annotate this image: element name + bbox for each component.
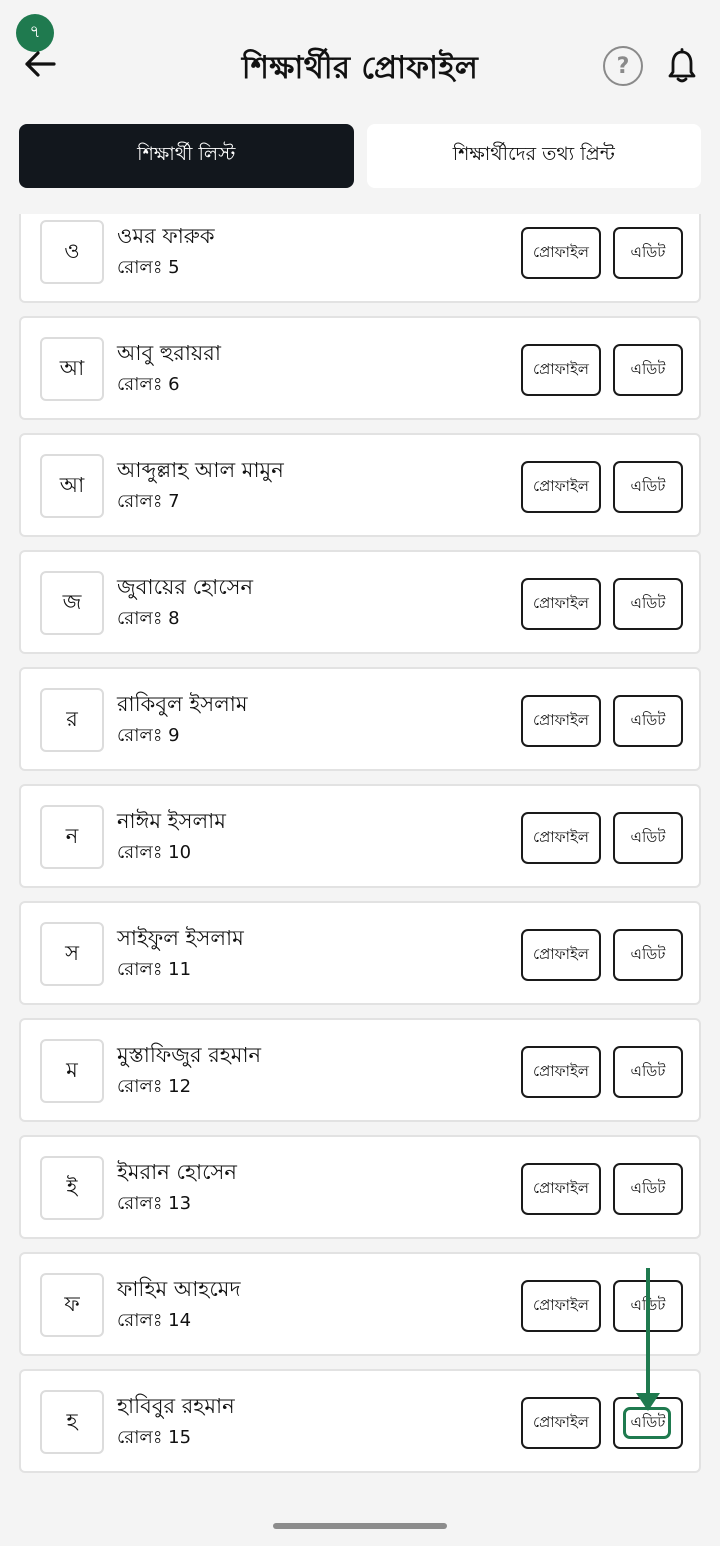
student-name: নাঈম ইসলাম xyxy=(117,809,226,833)
tab-student-list[interactable]: শিক্ষার্থী লিস্ট xyxy=(19,124,354,188)
edit-button[interactable]: এডিট xyxy=(613,1046,683,1098)
student-card: জ জুবায়ের হোসেন রোলঃ 8 প্রোফাইল এডিট xyxy=(19,550,701,654)
student-card: আ আবু হুরায়রা রোলঃ 6 প্রোফাইল এডিট xyxy=(19,316,701,420)
student-avatar: আ xyxy=(40,337,104,401)
student-roll: রোলঃ 10 xyxy=(117,842,192,863)
edit-button[interactable]: এডিট xyxy=(613,578,683,630)
student-avatar: ও xyxy=(40,220,104,284)
profile-button[interactable]: প্রোফাইল xyxy=(521,344,601,396)
edit-button[interactable]: এডিট xyxy=(613,695,683,747)
student-card: আ আব্দুল্লাহ আল মামুন রোলঃ 7 প্রোফাইল এডিট xyxy=(19,433,701,537)
student-avatar: আ xyxy=(40,454,104,518)
student-roll: রোলঃ 15 xyxy=(117,1427,192,1448)
bell-icon xyxy=(668,48,696,83)
profile-button[interactable]: প্রোফাইল xyxy=(521,1046,601,1098)
student-card: ই ইমরান হোসেন রোলঃ 13 প্রোফাইল এডিট xyxy=(19,1135,701,1239)
edit-button[interactable]: এডিট xyxy=(613,461,683,513)
profile-button[interactable]: প্রোফাইল xyxy=(521,929,601,981)
student-avatar: ন xyxy=(40,805,104,869)
student-name: সাইফুল ইসলাম xyxy=(117,926,244,950)
student-roll: রোলঃ 14 xyxy=(117,1310,192,1331)
edit-button[interactable]: এডিট xyxy=(613,929,683,981)
student-avatar: ই xyxy=(40,1156,104,1220)
profile-button[interactable]: প্রোফাইল xyxy=(521,1163,601,1215)
student-card: হ হাবিবুর রহমান রোলঃ 15 প্রোফাইল এডিট xyxy=(19,1369,701,1473)
student-name: রাকিবুল ইসলাম xyxy=(117,692,248,716)
student-roll: রোলঃ 8 xyxy=(117,608,180,629)
student-roll: রোলঃ 7 xyxy=(117,491,180,512)
question-circle-icon: ? xyxy=(616,53,630,79)
student-name: ইমরান হোসেন xyxy=(117,1160,237,1184)
edit-button[interactable]: এডিট xyxy=(613,1397,683,1449)
student-card: ম মুস্তাফিজুর রহমান রোলঃ 12 প্রোফাইল এডিট xyxy=(19,1018,701,1122)
student-card: র রাকিবুল ইসলাম রোলঃ 9 প্রোফাইল এডিট xyxy=(19,667,701,771)
profile-button[interactable]: প্রোফাইল xyxy=(521,1397,601,1449)
edit-button[interactable]: এডিট xyxy=(613,1163,683,1215)
profile-button[interactable]: প্রোফাইল xyxy=(521,578,601,630)
student-name: আব্দুল্লাহ আল মামুন xyxy=(117,458,284,482)
student-roll: রোলঃ 9 xyxy=(117,725,180,746)
student-name: ফাহিম আহমেদ xyxy=(117,1277,241,1301)
student-list: ও ওমর ফারুক রোলঃ 5 প্রোফাইল এডিট আ আবু হুরায়র… xyxy=(19,214,701,1486)
help-button[interactable]: ? xyxy=(603,46,643,86)
student-roll: রোলঃ 12 xyxy=(117,1076,192,1097)
edit-button[interactable]: এডিট xyxy=(613,812,683,864)
student-roll: রোলঃ 11 xyxy=(117,959,192,980)
student-roll: রোলঃ 6 xyxy=(117,374,180,395)
app-header: শিক্ষার্থীর প্রোফাইল ? xyxy=(0,0,720,120)
student-avatar: ফ xyxy=(40,1273,104,1337)
student-name: মুস্তাফিজুর রহমান xyxy=(117,1043,262,1067)
student-avatar: র xyxy=(40,688,104,752)
student-roll: রোলঃ 5 xyxy=(117,257,180,278)
edit-button[interactable]: এডিট xyxy=(613,1280,683,1332)
student-avatar: হ xyxy=(40,1390,104,1454)
profile-button[interactable]: প্রোফাইল xyxy=(521,812,601,864)
student-card: ফ ফাহিম আহমেদ রোলঃ 14 প্রোফাইল এডিট xyxy=(19,1252,701,1356)
student-card: ও ওমর ফারুক রোলঃ 5 প্রোফাইল এডিট xyxy=(19,214,701,303)
edit-button[interactable]: এডিট xyxy=(613,227,683,279)
profile-button[interactable]: প্রোফাইল xyxy=(521,1280,601,1332)
notification-button[interactable] xyxy=(662,44,702,88)
student-name: জুবায়ের হোসেন xyxy=(117,575,254,599)
tab-print-student-info[interactable]: শিক্ষার্থীদের তথ্য প্রিন্ট xyxy=(366,124,701,188)
profile-button[interactable]: প্রোফাইল xyxy=(521,227,601,279)
student-avatar: ম xyxy=(40,1039,104,1103)
profile-button[interactable]: প্রোফাইল xyxy=(521,461,601,513)
student-roll: রোলঃ 13 xyxy=(117,1193,192,1214)
tab-bar: শিক্ষার্থী লিস্ট শিক্ষার্থীদের তথ্য প্রি… xyxy=(19,124,701,188)
student-avatar: স xyxy=(40,922,104,986)
student-name: আবু হুরায়রা xyxy=(117,341,221,365)
student-avatar: জ xyxy=(40,571,104,635)
student-list-viewport[interactable]: ও ওমর ফারুক রোলঃ 5 প্রোফাইল এডিট আ আবু হুরায়র… xyxy=(0,214,720,1494)
student-name: ওমর ফারুক xyxy=(117,224,215,248)
student-card: স সাইফুল ইসলাম রোলঃ 11 প্রোফাইল এডিট xyxy=(19,901,701,1005)
edit-button[interactable]: এডিট xyxy=(613,344,683,396)
profile-button[interactable]: প্রোফাইল xyxy=(521,695,601,747)
student-name: হাবিবুর রহমান xyxy=(117,1394,235,1418)
student-card: ন নাঈম ইসলাম রোলঃ 10 প্রোফাইল এডিট xyxy=(19,784,701,888)
home-indicator[interactable] xyxy=(273,1523,447,1529)
